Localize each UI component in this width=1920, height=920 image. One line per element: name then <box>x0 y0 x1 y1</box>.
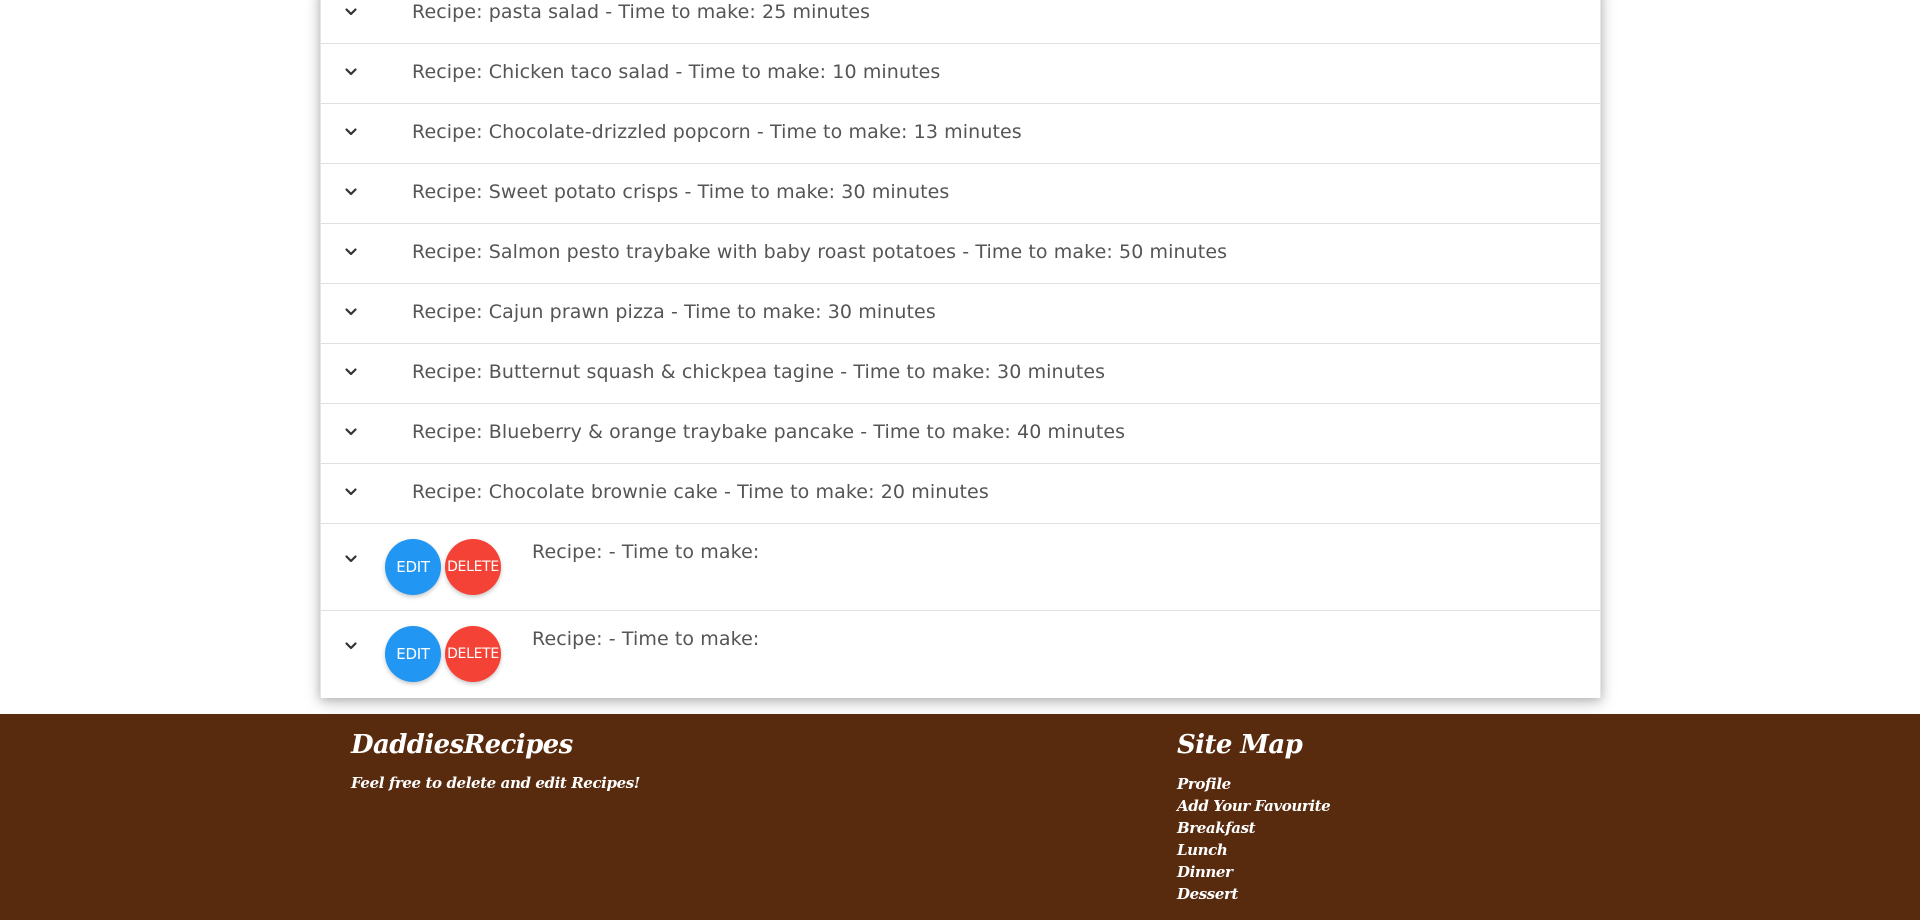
chevron-down-icon[interactable] <box>343 64 359 80</box>
sitemap-links: Profile Add Your Favourite Breakfast Lun… <box>1177 773 1331 905</box>
footer-tagline: Feel free to delete and edit Recipes! <box>351 774 640 792</box>
chevron-down-icon[interactable] <box>343 424 359 440</box>
recipe-title: Recipe: Cajun prawn pizza - Time to make… <box>412 301 936 323</box>
footer-brand: DaddiesRecipes <box>351 730 573 760</box>
sitemap-link-lunch[interactable]: Lunch <box>1177 839 1330 861</box>
footer: DaddiesRecipes Feel free to delete and e… <box>0 714 1920 920</box>
recipe-title: Recipe: - Time to make: <box>532 628 760 650</box>
chevron-down-icon[interactable] <box>343 551 359 567</box>
editable-recipe-row[interactable]: EDIT DELETE Recipe: - Time to make: <box>321 524 1600 611</box>
chevron-down-icon[interactable] <box>343 304 359 320</box>
chevron-down-icon[interactable] <box>343 184 359 200</box>
recipe-title: Recipe: Blueberry & orange traybake panc… <box>412 421 1126 443</box>
chevron-down-icon[interactable] <box>343 484 359 500</box>
sitemap-title: Site Map <box>1177 730 1303 760</box>
recipe-row[interactable]: Recipe: pasta salad - Time to make: 25 m… <box>321 0 1600 44</box>
recipe-list: Recipe: pasta salad - Time to make: 25 m… <box>320 0 1601 698</box>
sitemap-link-add-your-favourite[interactable]: Add Your Favourite <box>1177 795 1331 817</box>
recipe-row[interactable]: Recipe: Chocolate brownie cake - Time to… <box>321 464 1600 524</box>
recipe-row[interactable]: Recipe: Butternut squash & chickpea tagi… <box>321 344 1600 404</box>
recipe-row[interactable]: Recipe: Cajun prawn pizza - Time to make… <box>321 284 1600 344</box>
recipe-title: Recipe: Chocolate brownie cake - Time to… <box>412 481 989 503</box>
recipe-row[interactable]: Recipe: Chocolate-drizzled popcorn - Tim… <box>321 104 1600 164</box>
recipe-title: Recipe: Salmon pesto traybake with baby … <box>412 241 1228 263</box>
recipe-row[interactable]: Recipe: Blueberry & orange traybake panc… <box>321 404 1600 464</box>
recipe-row[interactable]: Recipe: Sweet potato crisps - Time to ma… <box>321 164 1600 224</box>
sitemap-link-profile[interactable]: Profile <box>1177 773 1330 795</box>
sitemap-link-dessert[interactable]: Dessert <box>1177 883 1330 905</box>
editable-recipe-row[interactable]: EDIT DELETE Recipe: - Time to make: <box>321 611 1600 697</box>
recipe-title: Recipe: Chocolate-drizzled popcorn - Tim… <box>412 121 1022 143</box>
recipe-row[interactable]: Recipe: Salmon pesto traybake with baby … <box>321 224 1600 284</box>
recipe-title: Recipe: Chicken taco salad - Time to mak… <box>412 61 941 83</box>
chevron-down-icon[interactable] <box>343 4 359 20</box>
edit-button[interactable]: EDIT <box>385 626 441 682</box>
recipe-title: Recipe: - Time to make: <box>532 541 760 563</box>
delete-button[interactable]: DELETE <box>445 539 501 595</box>
chevron-down-icon[interactable] <box>343 638 359 654</box>
recipe-rows: Recipe: pasta salad - Time to make: 25 m… <box>321 0 1600 697</box>
chevron-down-icon[interactable] <box>343 364 359 380</box>
page: Recipe: pasta salad - Time to make: 25 m… <box>0 0 1920 920</box>
chevron-down-icon[interactable] <box>343 124 359 140</box>
recipe-title: Recipe: pasta salad - Time to make: 25 m… <box>412 1 871 23</box>
delete-button[interactable]: DELETE <box>445 626 501 682</box>
chevron-down-icon[interactable] <box>343 244 359 260</box>
recipe-title: Recipe: Sweet potato crisps - Time to ma… <box>412 181 950 203</box>
edit-button[interactable]: EDIT <box>385 539 441 595</box>
sitemap-link-dinner[interactable]: Dinner <box>1177 861 1330 883</box>
sitemap-link-breakfast[interactable]: Breakfast <box>1177 817 1330 839</box>
recipe-title: Recipe: Butternut squash & chickpea tagi… <box>412 361 1106 383</box>
recipe-row[interactable]: Recipe: Chicken taco salad - Time to mak… <box>321 44 1600 104</box>
